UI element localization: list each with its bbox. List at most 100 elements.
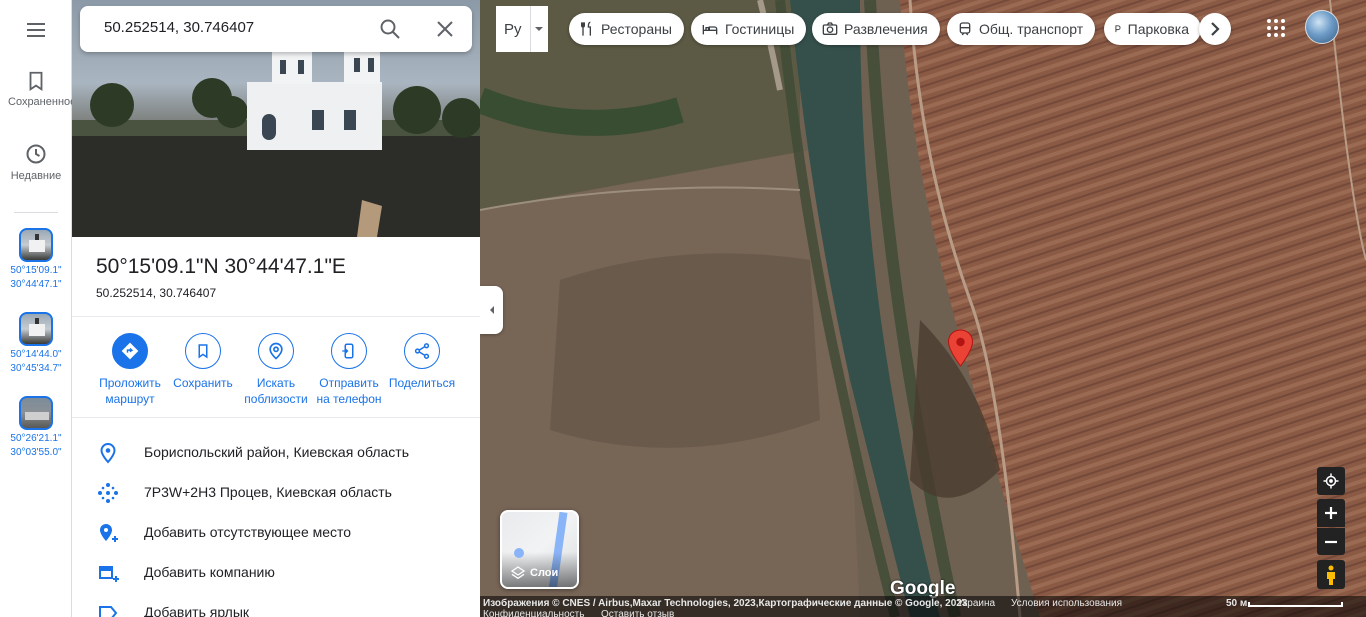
recent-item[interactable]: 50°26'21.1" 30°03'55.0" (0, 396, 72, 460)
place-panel: 50°15'09.1"N 30°44'47.1"E 50.252514, 30.… (72, 0, 480, 617)
attribution-bar: Изображения © CNES / Airbus,Maxar Techno… (480, 596, 1366, 617)
parking-icon (1115, 25, 1121, 33)
search-icon[interactable] (378, 17, 402, 41)
share-label: Поделиться (388, 376, 456, 390)
apps-icon[interactable] (1264, 16, 1288, 40)
add-business-text: Добавить компанию (144, 564, 275, 580)
chevron-down-icon (535, 27, 543, 31)
zoom-out-button[interactable] (1317, 528, 1345, 555)
recent-lng: 30°45'34.7" (10, 363, 62, 374)
my-location-button[interactable] (1317, 467, 1345, 495)
saved-button[interactable]: Сохраненное (0, 70, 72, 108)
add-label-text: Добавить ярлык (144, 604, 250, 617)
divider (72, 417, 480, 418)
search-input[interactable] (104, 19, 364, 36)
left-rail: Сохраненное Недавние 50°15'09.1" 30°44'4… (0, 0, 72, 617)
language-label: Ру (504, 21, 522, 38)
location-pin-marker[interactable] (947, 329, 974, 367)
recent-thumbnail (19, 396, 53, 430)
chip-label: Парковка (1127, 21, 1189, 37)
avatar[interactable] (1305, 10, 1339, 44)
recent-item[interactable]: 50°15'09.1" 30°44'47.1" (0, 228, 72, 292)
address-text: Бориспольский район, Киевская область (144, 444, 410, 460)
recent-label: Недавние (10, 170, 62, 182)
place-coordinates[interactable]: 50.252514, 30.746407 (96, 286, 216, 300)
location-pin-icon (96, 441, 120, 465)
share-icon (414, 343, 430, 359)
satellite-imagery (480, 0, 1366, 617)
chip-entertainment[interactable]: Развлечения (812, 13, 940, 45)
bookmark-icon (29, 71, 43, 91)
directions-button[interactable]: Проложить маршрут (92, 333, 168, 407)
privacy-link[interactable]: Конфиденциальность (483, 609, 584, 617)
recent-lat: 50°26'21.1" (10, 433, 62, 444)
chip-restaurants[interactable]: Рестораны (569, 13, 684, 45)
address-row[interactable]: Бориспольский район, Киевская область (72, 433, 480, 473)
feedback-link[interactable]: Оставить отзыв (601, 609, 674, 617)
chip-label: Развлечения (844, 21, 928, 37)
minus-icon (1325, 540, 1337, 543)
plus-code-text: 7P3W+2H3 Процев, Киевская область (144, 484, 392, 500)
add-place-icon (96, 521, 120, 545)
recent-lat: 50°15'09.1" (10, 265, 62, 276)
chip-label: Общ. транспорт (979, 21, 1084, 37)
nearby-label: Искать поблизости (244, 376, 308, 406)
zoom-in-button[interactable] (1317, 499, 1345, 527)
nearby-button[interactable]: Искать поблизости (238, 333, 314, 407)
directions-label: Проложить маршрут (99, 376, 161, 406)
collapse-panel-button[interactable] (480, 286, 503, 334)
recent-button[interactable]: Недавние (0, 142, 72, 182)
recent-thumbnail (19, 228, 53, 262)
send-to-phone-label: Отправить на телефон (316, 376, 382, 406)
close-icon[interactable] (433, 17, 457, 41)
chevron-right-icon (1211, 22, 1220, 36)
pegman-button[interactable] (1317, 560, 1345, 589)
share-button[interactable]: Поделиться (384, 333, 460, 391)
plus-code-row[interactable]: 7P3W+2H3 Процев, Киевская область (72, 473, 480, 513)
divider (72, 316, 480, 317)
terms-link[interactable]: Условия использования (1011, 598, 1122, 609)
recent-lng: 30°44'47.1" (10, 279, 62, 290)
imagery-attribution: Изображения © CNES / Airbus,Maxar Techno… (483, 598, 968, 609)
country-link[interactable]: Украина (957, 598, 995, 609)
restaurant-icon (581, 21, 591, 36)
rail-divider (14, 212, 58, 213)
recent-lat: 50°14'44.0" (10, 349, 62, 360)
layers-button[interactable]: Слои (500, 510, 579, 589)
phone-icon (342, 343, 354, 359)
chip-transit[interactable]: Общ. транспорт (947, 13, 1096, 45)
add-business-row[interactable]: Добавить компанию (72, 553, 480, 593)
plus-icon (1325, 507, 1337, 519)
hotel-icon (702, 25, 718, 35)
label-icon (96, 601, 120, 617)
language-select[interactable]: Ру (496, 6, 548, 52)
layers-icon (510, 566, 526, 580)
history-icon (26, 144, 46, 164)
transit-icon (959, 22, 971, 36)
recent-lng: 30°03'55.0" (10, 447, 62, 458)
chip-label: Рестораны (601, 21, 672, 37)
add-place-text: Добавить отсутствующее место (144, 524, 352, 540)
chip-hotels[interactable]: Гостиницы (691, 13, 807, 45)
save-label: Сохранить (173, 376, 233, 390)
chips-next-button[interactable] (1199, 13, 1231, 45)
chip-parking[interactable]: Парковка (1104, 13, 1201, 45)
scale-bar[interactable] (1248, 602, 1343, 607)
chevron-left-icon (489, 306, 494, 314)
send-to-phone-button[interactable]: Отправить на телефон (311, 333, 387, 407)
search-box (80, 6, 472, 52)
layers-label: Слои (530, 567, 559, 579)
scale-label: 50 м (1226, 598, 1248, 609)
map-canvas[interactable]: Ру Рестораны Гостиницы Развлечения Общ. … (480, 0, 1366, 617)
saved-label: Сохраненное (8, 96, 72, 108)
chip-label: Гостиницы (725, 21, 795, 37)
pegman-icon (1327, 565, 1335, 585)
recent-item[interactable]: 50°14'44.0" 30°45'34.7" (0, 312, 72, 376)
nearby-icon (269, 342, 283, 360)
add-place-row[interactable]: Добавить отсутствующее место (72, 513, 480, 553)
directions-icon (121, 342, 139, 360)
menu-icon[interactable] (24, 18, 48, 47)
save-button[interactable]: Сохранить (165, 333, 241, 391)
my-location-icon (1323, 473, 1339, 489)
add-label-row[interactable]: Добавить ярлык (72, 593, 480, 617)
